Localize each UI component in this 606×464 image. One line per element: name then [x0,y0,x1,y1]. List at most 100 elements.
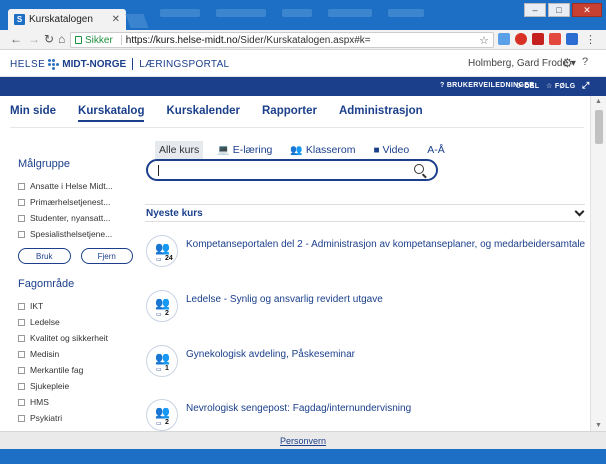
nav-kurskalender[interactable]: Kurskalender [166,105,240,122]
home-icon[interactable]: ⌂ [58,32,65,46]
extension-icon[interactable] [549,33,561,45]
utility-bar: ? BRUKERVEILEDNINGER ⟳ DEL ☆ FØLG ⤢ [0,77,606,96]
page-scrollbar[interactable]: ▲ ▼ [590,96,606,431]
maximize-icon[interactable]: □ [548,3,570,17]
browser-tab[interactable]: S Kurskatalogen ✕ [8,9,126,30]
extension-icon[interactable] [498,33,510,45]
filter-checkbox[interactable]: Merkantile fag [18,362,133,378]
follow-link[interactable]: ☆ FØLG [546,82,575,90]
checkbox[interactable] [18,198,25,206]
course-title-link[interactable]: Gynekologisk avdeling, Påskeseminar [186,349,355,360]
filter-checkbox[interactable]: Studenter, nyansatt... [18,210,133,226]
extension-icon[interactable] [566,33,578,45]
nav-min-side[interactable]: Min side [10,105,56,122]
filter-checkbox[interactable]: Sjukepleie [18,378,133,394]
extension-icon[interactable] [515,33,527,45]
chevron-down-icon[interactable] [574,206,585,216]
filter-label: Studenter, nyansatt... [30,213,111,223]
nav-administrasjon[interactable]: Administrasjon [339,105,423,122]
bookmark-star-icon[interactable]: ☆ [479,34,489,47]
filter-checkbox[interactable]: Primærhelsetjenest... [18,194,133,210]
course-title-link[interactable]: Ledelse - Synlig og ansvarlig revidert u… [186,294,383,305]
tab-video[interactable]: ■ Video [369,141,413,159]
close-window-icon[interactable]: ✕ [572,3,602,17]
calendar-icon: ▭ [156,257,162,263]
checkbox[interactable] [18,382,25,390]
session-count: 24 [165,255,173,262]
filter-checkbox[interactable]: Medisin [18,346,133,362]
tab-a-z[interactable]: A-Å [423,141,449,159]
tab-classroom[interactable]: 👥 Klasserom [286,141,359,159]
logo-midt: MIDT-NORGE [62,58,127,70]
filter-checkbox[interactable]: Psykiatri [18,410,133,426]
filter-checkbox[interactable]: Kvalitet og sikkerheit [18,330,133,346]
url-input[interactable]: Sikker https://kurs.helse-midt.no/Sider/… [70,32,494,48]
nav-rapporter[interactable]: Rapporter [262,105,317,122]
filter-checkbox[interactable]: IKT [18,298,133,314]
filter-checkbox[interactable]: Spesialisthelsetjene... [18,226,133,242]
logo-portal: LÆRINGSPORTAL [139,58,230,70]
back-arrow-icon[interactable]: ← [10,32,22,46]
filter-label: Medisin [30,349,60,359]
list-item[interactable]: 👥 ▭ 24 Kompetanseportalen del 2 - Admini… [146,235,586,275]
checkbox[interactable] [18,366,25,374]
browser-menu-icon[interactable]: ⋮ [585,33,596,46]
checkbox[interactable] [18,334,25,342]
list-item[interactable]: 👥 ▭ 1 Gynekologisk avdeling, Påskesemina… [146,345,586,385]
help-icon[interactable]: ? [582,56,588,68]
scrollbar-thumb[interactable] [595,110,603,144]
apply-button[interactable]: Bruk [18,248,71,264]
newest-courses-header[interactable]: Nyeste kurs [145,204,585,222]
window-frame-bottom [0,449,606,464]
filter-checkbox[interactable]: HMS [18,394,133,410]
close-tab-icon[interactable]: ✕ [112,14,120,25]
gear-icon[interactable]: ⚙ [562,56,573,70]
focus-mode-icon[interactable]: ⤢ [582,80,590,91]
lock-icon [75,36,82,44]
minimize-icon[interactable]: – [524,3,546,17]
filter-label: Sjukepleie [30,381,70,391]
course-type-tabs: Alle kurs 💻 E-læring 👥 Klasserom ■ Video A-… [155,141,459,159]
search-icon[interactable] [414,164,424,174]
reload-icon[interactable]: ↻ [44,32,54,46]
list-item[interactable]: 👥 ▭ 2 Ledelse - Synlig og ansvarlig revi… [146,290,586,330]
checkbox[interactable] [18,414,25,422]
checkbox[interactable] [18,350,25,358]
checkbox[interactable] [18,318,25,326]
tab-e-learning[interactable]: 💻 E-læring [213,141,276,159]
checkbox[interactable] [18,398,25,406]
filter-label: Merkantile fag [30,365,84,375]
group-icon: 👥 [155,351,170,365]
url-path: /Sider/Kurskatalogen.aspx#k= [237,34,371,46]
site-header: HELSE MIDT-NORGE LÆRINGSPORTAL Holmberg,… [0,51,606,77]
nav-kurskatalog[interactable]: Kurskatalog [78,105,145,122]
scroll-down-icon[interactable]: ▼ [595,422,602,429]
extension-icon[interactable] [532,33,544,45]
course-search-input[interactable] [146,159,438,181]
tab-all-courses[interactable]: Alle kurs [155,141,204,159]
extensions [498,33,578,45]
checkbox[interactable] [18,302,25,310]
checkbox[interactable] [18,182,25,190]
new-tab-button[interactable] [125,14,149,28]
background-tabs [160,9,424,17]
user-menu[interactable]: Holmberg, Gard Frode ▾ [468,58,576,69]
browser-titlebar: S Kurskatalogen ✕ – □ ✕ [0,0,606,30]
filter-checkbox[interactable]: Ledelse [18,314,133,330]
privacy-link[interactable]: Personvern [280,436,326,446]
site-logo[interactable]: HELSE MIDT-NORGE LÆRINGSPORTAL [10,58,229,70]
tab-label: E-læring [232,144,273,156]
calendar-icon: ▭ [156,367,162,373]
filter-checkbox[interactable]: Ansatte i Helse Midt... [18,178,133,194]
checkbox[interactable] [18,230,25,238]
scroll-up-icon[interactable]: ▲ [595,98,602,105]
remove-button[interactable]: Fjern [80,248,133,264]
url-host: https://kurs.helse-midt.no [125,34,238,46]
course-title-link[interactable]: Kompetanseportalen del 2 - Administrasjo… [186,239,585,250]
forward-arrow-icon[interactable]: → [28,32,40,46]
share-link[interactable]: ⟳ DEL [516,82,539,90]
group-icon: 👥 [155,296,170,310]
course-title-link[interactable]: Nevrologisk sengepost: Fagdag/internunde… [186,403,411,414]
group-icon: 👥 [155,405,170,419]
checkbox[interactable] [18,214,25,222]
